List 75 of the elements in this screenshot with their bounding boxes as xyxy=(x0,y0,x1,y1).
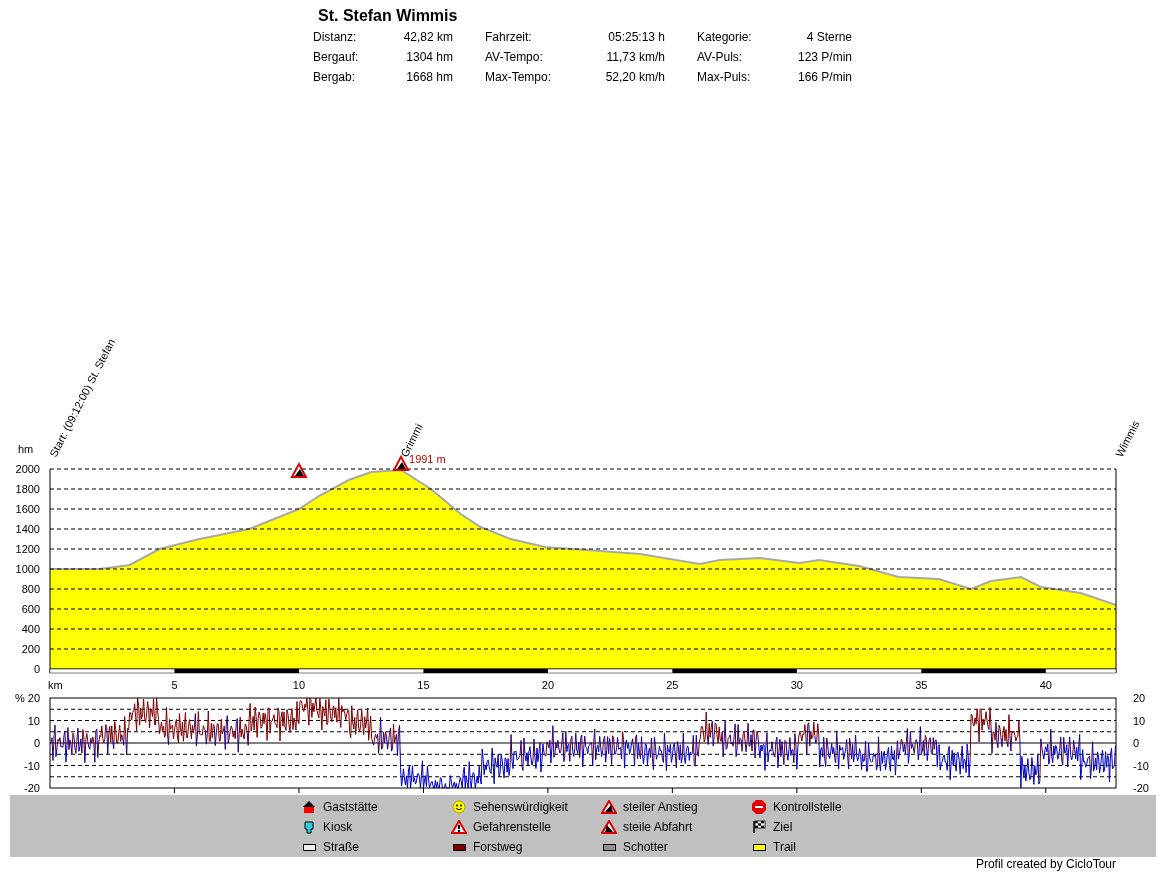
stat-value: 52,20 km/h xyxy=(605,69,665,86)
legend-label: Forstweg xyxy=(473,839,523,856)
steep-climb-icon xyxy=(601,800,617,814)
y-tick-label: 400 xyxy=(21,623,40,635)
y-axis-label: hm xyxy=(18,443,34,455)
stat-value: 1304 hm xyxy=(406,49,453,66)
legend-label: steiler Anstieg xyxy=(623,799,698,816)
stat-label: Distanz: xyxy=(313,29,357,46)
surface-swatch xyxy=(302,843,316,851)
checkered-flag-icon xyxy=(752,820,766,834)
slope-tick-label: -10 xyxy=(24,759,40,772)
house-icon xyxy=(302,800,316,814)
y-tick-label: 600 xyxy=(21,603,40,615)
stat-label: Fahrzeit: xyxy=(485,29,532,46)
stat-label: Max-Puls: xyxy=(697,69,751,86)
surface-swatch xyxy=(752,843,766,851)
legend-label: Trail xyxy=(773,839,796,856)
steep-descent-icon xyxy=(601,820,617,834)
stat-label: Max-Tempo: xyxy=(485,69,552,86)
slope-tick-label: 20 xyxy=(1133,692,1146,704)
slope-tick-label: 0 xyxy=(1133,737,1140,749)
x-tick-label: 40 xyxy=(1039,679,1052,690)
stat-label: AV-Tempo: xyxy=(485,49,543,66)
legend-label: steile Abfahrt xyxy=(623,819,693,836)
credit-text: Profil created by CicloTour xyxy=(975,857,1116,871)
y-tick-label: 1200 xyxy=(15,543,40,555)
stat-value: 123 P/min xyxy=(797,49,852,66)
legend-label: Schotter xyxy=(623,839,668,856)
x-tick-label: 25 xyxy=(666,679,679,690)
stat-value: 166 P/min xyxy=(797,69,852,86)
warning-icon xyxy=(451,820,467,834)
legend-label: Ziel xyxy=(773,819,793,836)
stat-value: 42,82 km xyxy=(403,29,453,46)
slope-tick-label: -20 xyxy=(24,782,40,794)
slope-tick-label: 10 xyxy=(1133,714,1146,727)
stat-label: Bergab: xyxy=(313,69,356,86)
stat-value: 11,73 km/h xyxy=(606,49,665,66)
x-tick-label: 10 xyxy=(292,679,306,690)
y-tick-label: 0 xyxy=(33,663,40,675)
surface-swatch xyxy=(452,843,466,851)
x-tick-label: 15 xyxy=(417,679,430,690)
x-axis-label: km xyxy=(48,679,63,690)
x-tick-label: 30 xyxy=(790,679,803,690)
slope-tick-label: -10 xyxy=(1133,759,1149,772)
y-tick-label: 1600 xyxy=(15,503,40,515)
legend-label: Kiosk xyxy=(323,819,353,836)
legend-label: Straße xyxy=(323,839,359,856)
y-tick-label: 2000 xyxy=(15,463,40,475)
profile-title: St. Stefan Wimmis xyxy=(318,7,458,24)
x-tick-label: 35 xyxy=(915,679,928,690)
stat-label: Bergauf: xyxy=(313,49,359,66)
x-tick-label: 5 xyxy=(171,679,178,690)
y-tick-label: 1000 xyxy=(15,563,40,575)
legend-label: Gaststätte xyxy=(323,799,378,816)
stat-value: 4 Sterne xyxy=(806,29,852,46)
slope-tick-label: -20 xyxy=(1133,782,1149,794)
legend-label: Gefahrenstelle xyxy=(473,819,552,836)
slope-tick-label: 10 xyxy=(27,714,40,727)
stat-value: 1668 hm xyxy=(406,69,453,86)
slope-tick-label: % 20 xyxy=(14,692,40,704)
legend-label: Kontrollstelle xyxy=(773,799,842,816)
slope-tick-label: 0 xyxy=(33,737,40,749)
legend-label: Sehenswürdigkeit xyxy=(473,799,568,816)
y-tick-label: 200 xyxy=(21,643,40,655)
x-tick-label: 20 xyxy=(541,679,554,690)
y-tick-label: 1400 xyxy=(15,523,40,535)
y-tick-label: 800 xyxy=(21,583,40,595)
stat-label: AV-Puls: xyxy=(697,49,743,66)
stat-label: Kategorie: xyxy=(697,29,752,46)
smiley-icon xyxy=(452,800,466,814)
cup-icon xyxy=(303,820,315,834)
stop-sign-icon xyxy=(751,799,767,815)
stat-value: 05:25:13 h xyxy=(608,29,665,46)
y-tick-label: 1800 xyxy=(15,483,40,495)
surface-swatch xyxy=(602,843,616,851)
